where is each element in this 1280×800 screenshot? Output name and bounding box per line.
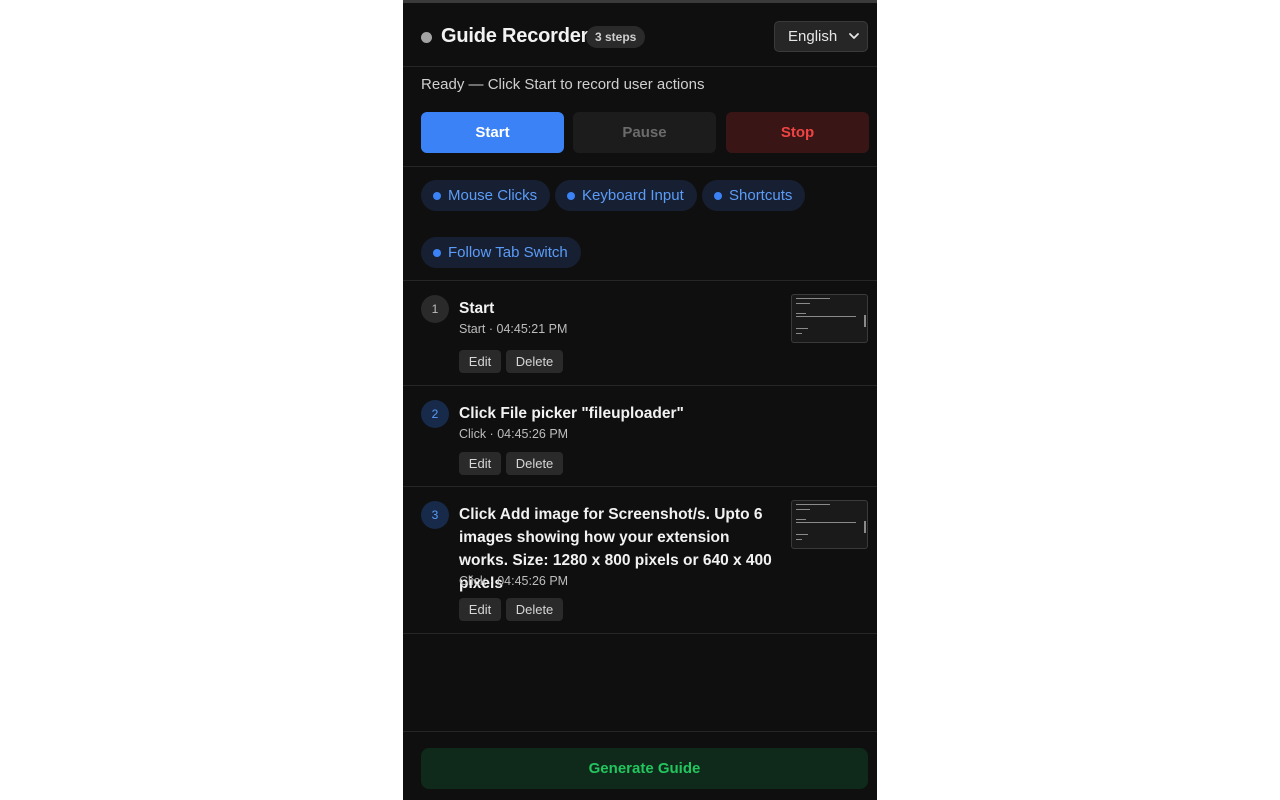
- step-item: 1 Start Start · 04:45:21 PM Edit Delete: [403, 281, 877, 386]
- generate-guide-button[interactable]: Generate Guide: [421, 748, 868, 789]
- option-keyboard-input[interactable]: Keyboard Input: [555, 180, 697, 211]
- status-dot-icon: [421, 32, 432, 43]
- app-title: Guide Recorder: [441, 25, 589, 47]
- recording-controls: Ready — Click Start to record user actio…: [403, 67, 877, 167]
- step-meta: Click · 04:45:26 PM: [459, 427, 569, 441]
- language-select-value: English: [788, 28, 838, 45]
- step-title: Click File picker "fileuploader": [459, 405, 684, 422]
- delete-step-button[interactable]: Delete: [506, 452, 563, 475]
- edit-step-button[interactable]: Edit: [459, 598, 501, 621]
- start-button[interactable]: Start: [421, 112, 564, 153]
- footer: Generate Guide: [403, 731, 877, 800]
- step-screenshot-thumbnail[interactable]: [791, 294, 868, 343]
- step-number: 3: [421, 501, 449, 529]
- language-select[interactable]: English: [774, 21, 868, 52]
- step-title: Start: [459, 300, 495, 317]
- edit-step-button[interactable]: Edit: [459, 452, 501, 475]
- step-meta: Click · 04:45:26 PM: [459, 574, 569, 588]
- option-shortcuts[interactable]: Shortcuts: [702, 180, 806, 211]
- delete-step-button[interactable]: Delete: [506, 598, 563, 621]
- steps-count-badge: 3 steps: [586, 26, 646, 48]
- pause-button[interactable]: Pause: [573, 112, 716, 153]
- step-item: 3 Click Add image for Screenshot/s. Upto…: [403, 487, 877, 634]
- step-number: 2: [421, 400, 449, 428]
- delete-step-button[interactable]: Delete: [506, 350, 563, 373]
- step-item: 2 Click File picker "fileuploader" Click…: [403, 386, 877, 487]
- step-number: 1: [421, 295, 449, 323]
- capture-options: Mouse Clicks Keyboard Input Shortcuts Fo…: [403, 167, 877, 281]
- stop-button[interactable]: Stop: [726, 112, 869, 153]
- edit-step-button[interactable]: Edit: [459, 350, 501, 373]
- step-meta: Start · 04:45:21 PM: [459, 322, 568, 336]
- step-screenshot-thumbnail[interactable]: [791, 500, 868, 549]
- option-follow-tab-switch[interactable]: Follow Tab Switch: [421, 237, 581, 268]
- status-message: Ready — Click Start to record user actio…: [421, 76, 705, 93]
- option-mouse-clicks[interactable]: Mouse Clicks: [421, 180, 551, 211]
- header: Guide Recorder 3 steps English: [403, 6, 877, 67]
- recorder-panel: Guide Recorder 3 steps English Ready — C…: [403, 0, 877, 800]
- chevron-down-icon: [849, 33, 859, 39]
